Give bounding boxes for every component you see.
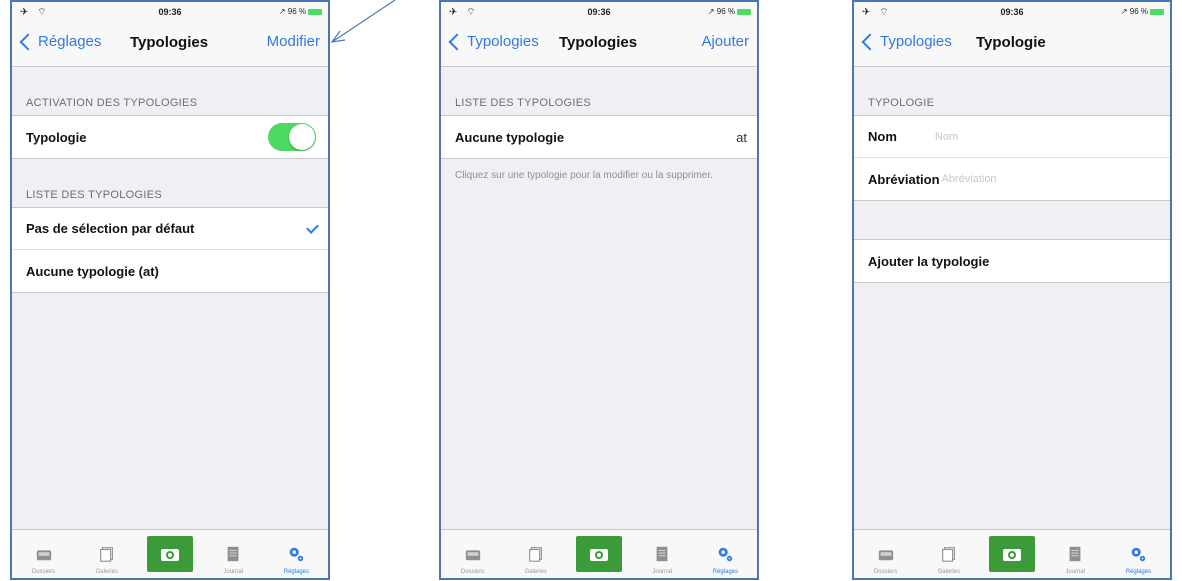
tab-bar: Dossiers Galeries Journal Réglages [12,529,328,578]
status-bar: ✈ ⌔ 09:36 ↗ 96 % [12,2,328,22]
checkmark-icon [306,221,319,234]
typologie-toggle[interactable] [268,123,316,151]
tab-bar: Dossiers Galeries Journal Réglages [441,529,757,578]
section-header: ACTIVATION DES TYPOLOGIES [26,97,198,109]
chevron-left-icon [19,33,37,50]
tab-reglages[interactable]: Réglages [1107,530,1170,578]
tab-galeries[interactable]: Galeries [917,530,980,578]
gear-icon [1132,547,1146,562]
add-typologie-button[interactable]: Ajouter la typologie [854,240,1170,282]
settings-group: Typologie [12,115,328,159]
pages-icon [941,547,955,562]
list-icon [656,546,668,562]
camera-icon [1003,549,1021,561]
inbox-icon [36,550,51,561]
camera-icon [590,549,608,561]
tab-bar: Dossiers Galeries Journal Réglages [854,529,1170,578]
page-title: Typologies [559,34,638,51]
modifier-button[interactable]: Modifier [267,33,320,50]
page-title: Typologie [976,34,1046,51]
tab-journal[interactable]: Journal [202,530,265,578]
tab-camera[interactable] [980,530,1043,578]
battery-indicator: ↗ 96 % [279,7,322,16]
form-group: Nom Nom Abréviation Abréviation [854,115,1170,201]
section-header: LISTE DES TYPOLOGIES [26,189,163,201]
footer-note: Cliquez sur une typologie pour la modifi… [455,170,713,181]
back-button[interactable]: Typologies [860,33,952,50]
camera-icon [161,549,179,561]
tab-reglages[interactable]: Réglages [694,530,757,578]
tab-dossiers[interactable]: Dossiers [12,530,75,578]
battery-indicator: ↗ 96 % [1121,7,1164,16]
action-group: Ajouter la typologie [854,239,1170,283]
gear-icon [719,547,733,562]
toggle-row: Typologie [12,116,328,158]
list-icon [227,546,239,562]
screen-typologie-form: ✈ ⌔ 09:36 ↗ 96 % Typologies Typologie TY… [852,0,1172,580]
screen-typologies-edit: ✈ ⌔ 09:36 ↗ 96 % Typologies Typologies A… [439,0,759,580]
battery-icon [1150,8,1164,15]
list-item[interactable]: Aucune typologie at [441,116,757,158]
tab-journal[interactable]: Journal [631,530,694,578]
nav-bar: Typologies Typologie [854,22,1170,67]
nav-bar: Réglages Typologies Modifier [12,22,328,67]
back-button[interactable]: Réglages [18,33,101,50]
tab-camera[interactable] [567,530,630,578]
ajouter-button[interactable]: Ajouter [701,33,749,50]
tab-dossiers[interactable]: Dossiers [441,530,504,578]
pages-icon [99,547,113,562]
inbox-icon [465,550,480,561]
battery-indicator: ↗ 96 % [708,7,751,16]
nav-bar: Typologies Typologies Ajouter [441,22,757,67]
tab-reglages[interactable]: Réglages [265,530,328,578]
nom-field[interactable]: Nom [935,131,958,143]
pages-icon [528,547,542,562]
list-group: Pas de sélection par défaut Aucune typol… [12,207,328,293]
tab-galeries[interactable]: Galeries [504,530,567,578]
inbox-icon [878,550,893,561]
nom-field-row[interactable]: Nom Nom [854,116,1170,158]
tab-dossiers[interactable]: Dossiers [854,530,917,578]
abbreviation-field[interactable]: Abréviation [942,173,997,185]
battery-icon [308,8,322,15]
list-item[interactable]: Pas de sélection par défaut [12,208,328,250]
list-item[interactable]: Aucune typologie (at) [12,250,328,292]
tab-galeries[interactable]: Galeries [75,530,138,578]
abbreviation-field-row[interactable]: Abréviation Abréviation [854,158,1170,200]
abbreviation-value: at [736,129,747,145]
status-bar: ✈ ⌔ 09:36 ↗ 96 % [854,2,1170,22]
list-icon [1069,546,1081,562]
back-button[interactable]: Typologies [447,33,539,50]
section-header: LISTE DES TYPOLOGIES [455,97,592,109]
list-group: Aucune typologie at [441,115,757,159]
screen-typologies-list: ✈ ⌔ 09:36 ↗ 96 % Réglages Typologies Mod… [10,0,330,580]
page-title: Typologies [130,34,209,51]
gear-icon [290,547,304,562]
tab-camera[interactable] [138,530,201,578]
section-header: TYPOLOGIE [868,97,935,109]
status-bar: ✈ ⌔ 09:36 ↗ 96 % [441,2,757,22]
battery-icon [737,8,751,15]
chevron-left-icon [861,33,879,50]
chevron-left-icon [448,33,466,50]
tab-journal[interactable]: Journal [1044,530,1107,578]
